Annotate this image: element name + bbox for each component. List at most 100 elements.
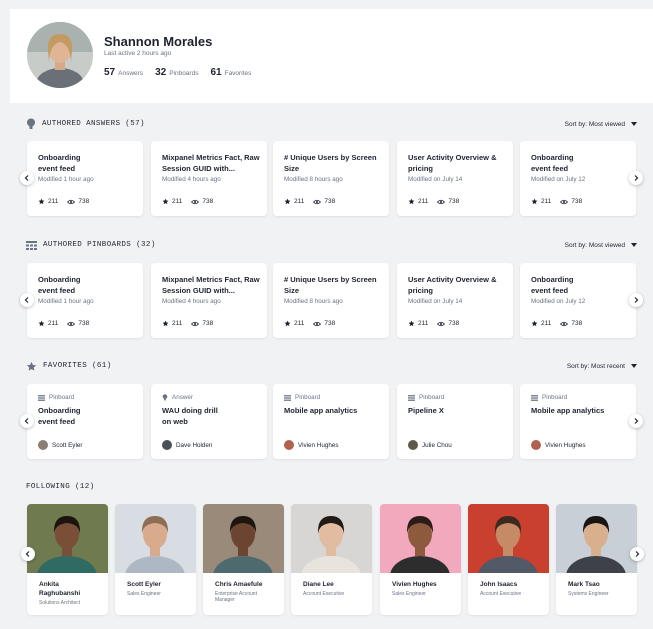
answers-section-header: AUTHORED ANSWERS (57) Sort by: Most view… — [26, 117, 637, 131]
following-section-header: FOLLOWING (12) — [26, 480, 637, 494]
answers-sort-dropdown[interactable]: Sort by: Most viewed — [565, 121, 637, 128]
favorite-card[interactable]: Pinboard Pipeline X Julie Chou — [397, 384, 513, 459]
stat-favorites[interactable]: 61 Favorites — [210, 67, 251, 78]
person-role: Enterprise Account Manager — [215, 591, 257, 603]
stat-favorites-count: 61 — [210, 67, 222, 78]
star-count-value: 211 — [541, 198, 552, 205]
person-role: Solutions Architect — [39, 600, 81, 606]
view-count-value: 738 — [324, 320, 336, 327]
favorites-section-title: FAVORITES (61) — [43, 362, 112, 370]
favorite-type-label: Pinboard — [419, 394, 445, 401]
favorite-card[interactable]: Pinboard Mobile app analytics Vivien Hughe… — [520, 384, 636, 459]
person-photo — [203, 504, 284, 573]
pinboards-card[interactable]: Mixpanel Metrics Fact, Raw Session GUID … — [151, 263, 267, 338]
answers-card[interactable]: User Activity Overview & pricing Modified… — [397, 141, 513, 216]
favorite-type-label: Answer — [172, 394, 193, 401]
person-card[interactable]: Diane Lee Account Executive — [291, 504, 372, 615]
card-modified: Modified 4 hours ago — [162, 298, 221, 305]
eye-icon — [67, 199, 76, 204]
card-meta: 211 738 — [531, 198, 582, 205]
eye-icon — [191, 321, 200, 326]
pinboard-icon — [38, 394, 45, 401]
person-name: Scott Eyler — [127, 581, 161, 588]
favorite-card[interactable]: Pinboard Mobile app analytics Vivien Hughe… — [273, 384, 389, 459]
chevron-left-icon — [24, 175, 29, 181]
favorites-next-button[interactable] — [629, 414, 643, 428]
favorite-title: WAU doing drill on web — [162, 406, 218, 426]
favorite-card[interactable]: Answer WAU doing drill on web Dave Holden — [151, 384, 267, 459]
answers-next-button[interactable] — [629, 171, 643, 185]
answers-card[interactable]: Onboarding event feed Modified 1 hour ago… — [27, 141, 143, 216]
card-modified: Modified on July 12 — [531, 176, 586, 183]
star-count-value: 211 — [48, 320, 59, 327]
star-icon — [531, 198, 538, 205]
card-modified: Modified on July 14 — [408, 298, 463, 305]
view-count: 738 — [560, 320, 582, 327]
last-active: Last active 2 hours ago — [104, 50, 172, 57]
answers-prev-button[interactable] — [20, 171, 34, 185]
eye-icon — [313, 199, 322, 204]
view-count-value: 738 — [571, 198, 583, 205]
pinboards-next-button[interactable] — [629, 293, 643, 307]
person-name: John Isaacs — [480, 581, 518, 588]
following-next-button[interactable] — [630, 547, 644, 561]
star-count-value: 211 — [541, 320, 552, 327]
answers-card[interactable]: Mixpanel Metrics Fact, Raw Session GUID … — [151, 141, 267, 216]
card-meta: 211 738 — [38, 198, 89, 205]
view-count: 738 — [313, 320, 335, 327]
person-card[interactable]: Vivien Hughes Sales Engineer — [380, 504, 461, 615]
pinboards-card[interactable]: # Unique Users by Screen Size Modified 8 … — [273, 263, 389, 338]
star-count: 211 — [284, 198, 304, 205]
view-count: 738 — [67, 320, 89, 327]
card-modified: Modified 1 hour ago — [38, 176, 94, 183]
chevron-left-icon — [25, 551, 30, 557]
card-title: Mixpanel Metrics Fact, Raw Session GUID … — [162, 153, 260, 173]
stat-pinboards[interactable]: 32 Pinboards — [155, 67, 198, 78]
favorite-owner-name: Dave Holden — [176, 441, 213, 449]
view-count-value: 738 — [448, 320, 460, 327]
favorites-sort-label: Sort by: Most recent — [566, 362, 625, 370]
favorite-owner: Vivien Hughes — [284, 440, 339, 450]
profile-avatar — [27, 22, 93, 88]
favorite-title: Pipeline X — [408, 406, 444, 415]
pinboards-prev-button[interactable] — [20, 293, 34, 307]
person-name: Mark Tsao — [568, 581, 600, 588]
answers-section-title: AUTHORED ANSWERS (57) — [42, 120, 145, 128]
card-meta: 211 738 — [162, 198, 213, 205]
star-icon — [162, 320, 169, 327]
view-count-value: 738 — [202, 320, 214, 327]
pinboards-row: Onboarding event feed Modified 1 hour ago… — [20, 263, 643, 338]
star-icon — [284, 320, 291, 327]
favorite-type: Answer — [162, 394, 193, 401]
answers-card[interactable]: Onboarding event feed Modified on July 12… — [520, 141, 636, 216]
favorites-sort-dropdown[interactable]: Sort by: Most recent — [567, 363, 637, 370]
following-prev-button[interactable] — [21, 547, 35, 561]
person-photo — [115, 504, 196, 573]
pinboards-sort-dropdown[interactable]: Sort by: Most viewed — [565, 242, 637, 249]
favorite-card[interactable]: Pinboard Onboarding event feed Scott Eyler — [27, 384, 143, 459]
favorite-owner-name: Scott Eyler — [52, 441, 83, 449]
person-card[interactable]: Mark Tsao Systems Engineer — [556, 504, 637, 615]
stat-answers[interactable]: 57 Answers — [104, 67, 143, 78]
pinboards-card[interactable]: Onboarding event feed Modified on July 12… — [520, 263, 636, 338]
answers-card[interactable]: # Unique Users by Screen Size Modified 8 … — [273, 141, 389, 216]
person-name: Ankita Raghubanshi — [39, 581, 81, 597]
star-count: 211 — [162, 198, 182, 205]
person-card[interactable]: Ankita Raghubanshi Solutions Architect — [27, 504, 108, 615]
answers-row: Onboarding event feed Modified 1 hour ago… — [20, 141, 643, 216]
view-count-value: 738 — [78, 198, 90, 205]
view-count: 738 — [67, 198, 89, 205]
eye-icon — [560, 321, 569, 326]
pinboards-card[interactable]: User Activity Overview & pricing Modified… — [397, 263, 513, 338]
star-icon — [531, 320, 538, 327]
person-photo — [556, 504, 637, 573]
person-name: Vivien Hughes — [392, 581, 437, 588]
following-section-title: FOLLOWING (12) — [26, 483, 95, 491]
avatar — [284, 440, 294, 450]
favorites-prev-button[interactable] — [20, 414, 34, 428]
person-card[interactable]: John Isaacs Account Executive — [468, 504, 549, 615]
star-count-value: 211 — [172, 198, 183, 205]
person-card[interactable]: Scott Eyler Sales Engineer — [115, 504, 196, 615]
pinboards-card[interactable]: Onboarding event feed Modified 1 hour ago… — [27, 263, 143, 338]
person-card[interactable]: Chris Amaefule Enterprise Account Manager — [203, 504, 284, 615]
